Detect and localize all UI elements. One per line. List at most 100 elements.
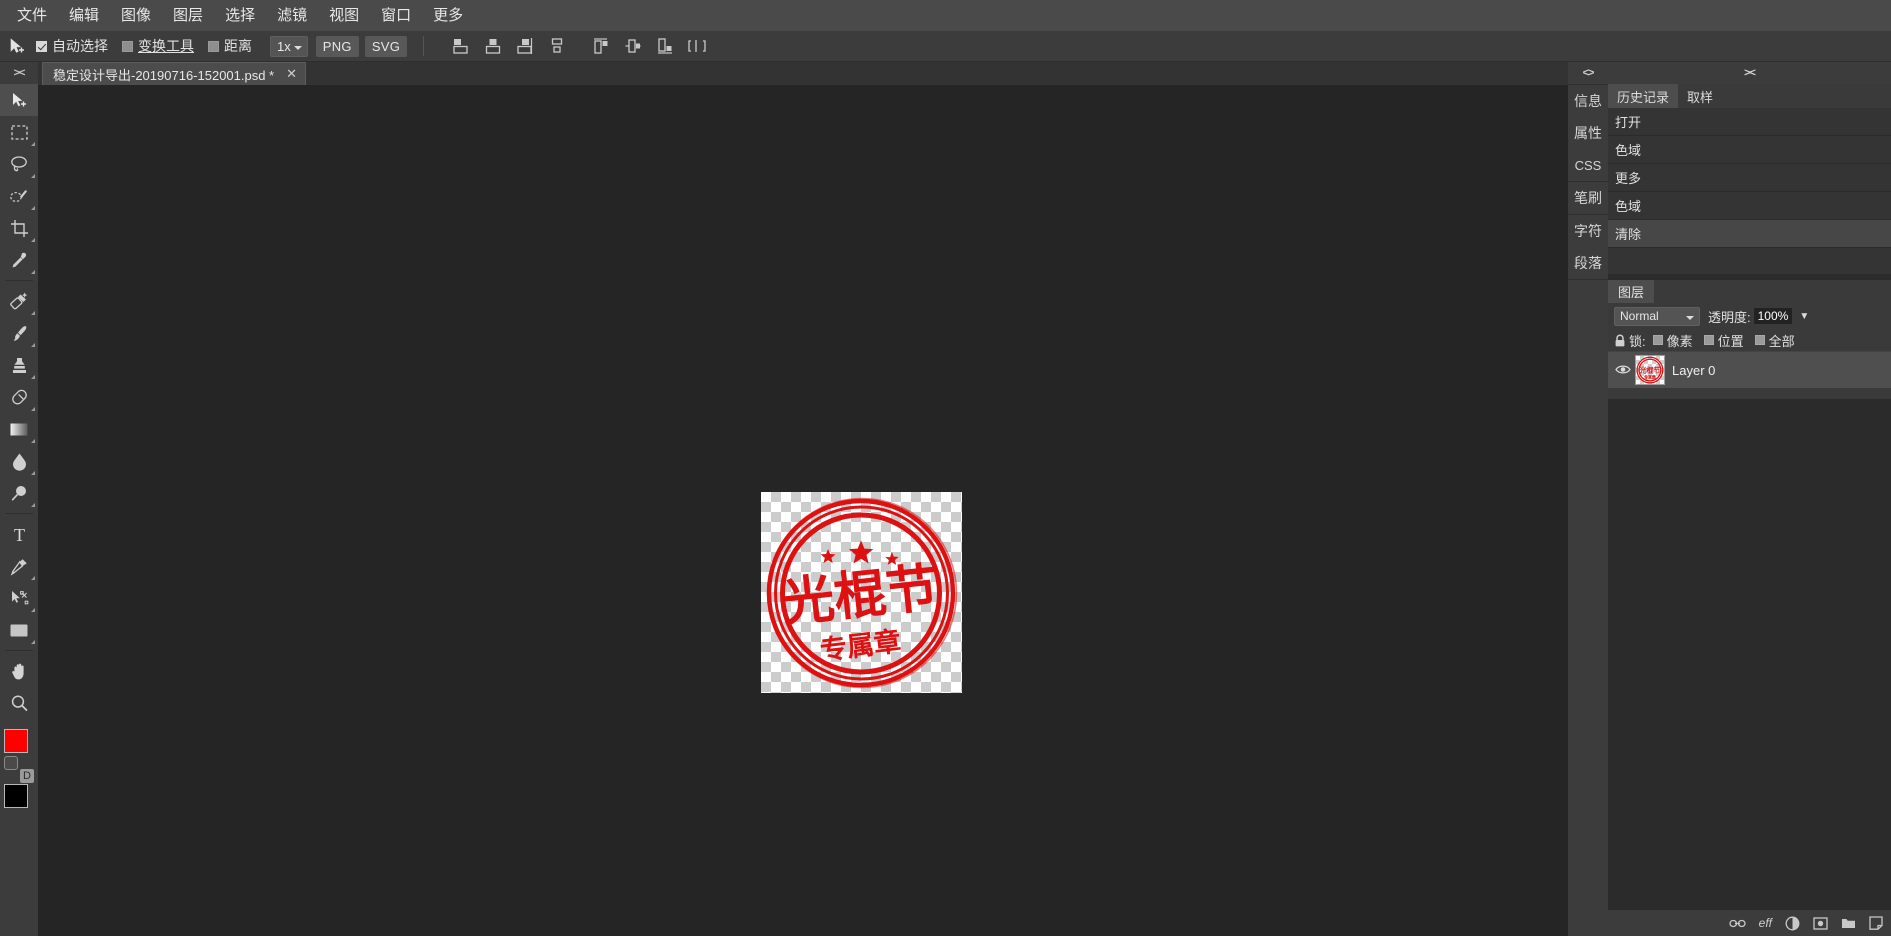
tool-more-indicator bbox=[31, 238, 35, 242]
history-item[interactable]: 更多 bbox=[1608, 164, 1891, 192]
pen-icon bbox=[10, 558, 27, 576]
link-layers-icon[interactable] bbox=[1729, 918, 1746, 929]
path-select-tool[interactable] bbox=[0, 582, 38, 614]
opacity-value[interactable]: 100% bbox=[1753, 308, 1793, 324]
canvas-stage[interactable]: 光棍节 专属章 bbox=[38, 85, 1568, 936]
rail-tab-properties[interactable]: 属性 bbox=[1568, 117, 1608, 149]
lock-position-checkbox[interactable]: 位置 bbox=[1703, 331, 1744, 350]
tab-history[interactable]: 历史记录 bbox=[1608, 84, 1679, 108]
history-item-selected[interactable]: 清除 bbox=[1608, 220, 1891, 248]
lock-all-checkbox[interactable]: 全部 bbox=[1754, 331, 1795, 350]
align-bottom-icon[interactable] bbox=[654, 35, 676, 57]
background-color-swatch[interactable] bbox=[4, 784, 28, 808]
clone-stamp-tool[interactable] bbox=[0, 349, 38, 381]
layer-row[interactable]: 光棍节 专属章 Layer 0 bbox=[1608, 351, 1891, 389]
eraser-tool[interactable] bbox=[0, 381, 38, 413]
layer-list-filler bbox=[1608, 389, 1891, 399]
spot-heal-tool[interactable] bbox=[0, 285, 38, 317]
menu-edit[interactable]: 编辑 bbox=[58, 0, 110, 31]
tab-samples[interactable]: 取样 bbox=[1678, 84, 1723, 108]
rail-group-4-empty bbox=[1568, 279, 1608, 319]
history-item[interactable]: 色域 bbox=[1608, 192, 1891, 220]
gradient-tool[interactable] bbox=[0, 413, 38, 445]
blur-tool[interactable] bbox=[0, 445, 38, 477]
distance-checkbox[interactable]: 距离 bbox=[208, 36, 252, 56]
lock-pixels-checkbox[interactable]: 像素 bbox=[1652, 331, 1693, 350]
transform-tool-checkbox[interactable]: 变换工具 bbox=[122, 36, 194, 56]
new-group-icon[interactable] bbox=[1841, 917, 1856, 930]
rail-tab-paragraph[interactable]: 段落 bbox=[1568, 247, 1608, 279]
align-top-icon[interactable] bbox=[590, 35, 612, 57]
export-svg-button[interactable]: SVG bbox=[364, 35, 408, 57]
layer-effects-icon[interactable]: eff bbox=[1759, 916, 1772, 930]
foreground-color-swatch[interactable] bbox=[4, 729, 28, 753]
history-item[interactable]: 色域 bbox=[1608, 136, 1891, 164]
dodge-tool[interactable] bbox=[0, 477, 38, 509]
history-item[interactable]: 打开 bbox=[1608, 108, 1891, 136]
panel-collapse-button[interactable]: >< bbox=[1608, 62, 1891, 84]
close-icon[interactable]: ✕ bbox=[286, 66, 297, 82]
photopea-app: 文件 编辑 图像 图层 选择 滤镜 视图 窗口 更多 自动选择 变换工具 距离 bbox=[0, 0, 1891, 936]
rail-tab-character[interactable]: 字符 bbox=[1568, 215, 1608, 247]
distribute-horizontal-icon[interactable] bbox=[686, 35, 708, 57]
adjustment-layer-icon[interactable] bbox=[1785, 916, 1800, 931]
rect-select-tool[interactable] bbox=[0, 116, 38, 148]
right-rail-collapse[interactable]: <> bbox=[1568, 62, 1608, 84]
align-center-horizontal-icon[interactable] bbox=[482, 35, 504, 57]
quick-select-tool[interactable] bbox=[0, 180, 38, 212]
history-panel-tabs: 历史记录 取样 bbox=[1608, 84, 1891, 108]
opacity-dropdown-icon[interactable]: ▼ bbox=[1799, 311, 1809, 322]
menu-file[interactable]: 文件 bbox=[6, 0, 58, 31]
auto-select-checkbox[interactable]: 自动选择 bbox=[36, 36, 108, 56]
lasso-tool[interactable] bbox=[0, 148, 38, 180]
lock-icon bbox=[1614, 334, 1626, 347]
rail-tab-brushes[interactable]: 笔刷 bbox=[1568, 182, 1608, 214]
menu-filter[interactable]: 滤镜 bbox=[266, 0, 318, 31]
tool-more-indicator bbox=[31, 640, 35, 644]
new-layer-icon[interactable] bbox=[1869, 916, 1883, 930]
blend-mode-select[interactable]: Normal bbox=[1614, 306, 1700, 326]
distribute-vertical-icon[interactable] bbox=[546, 35, 568, 57]
export-png-button[interactable]: PNG bbox=[315, 35, 359, 57]
rail-tab-info[interactable]: 信息 bbox=[1568, 85, 1608, 117]
move-cursor-icon[interactable] bbox=[4, 33, 30, 59]
default-colors-button[interactable]: D bbox=[20, 769, 34, 783]
history-list: 打开 色域 更多 色域 清除 bbox=[1608, 108, 1891, 274]
swap-colors-icon[interactable] bbox=[4, 756, 18, 770]
svg-text:T: T bbox=[14, 525, 25, 544]
clone-stamp-icon bbox=[12, 357, 26, 373]
zoom-tool[interactable] bbox=[0, 687, 38, 719]
align-right-icon[interactable] bbox=[514, 35, 536, 57]
menu-select[interactable]: 选择 bbox=[214, 0, 266, 31]
document-tab[interactable]: 稳定设计导出-20190716-152001.psd * ✕ bbox=[42, 62, 307, 85]
align-left-icon[interactable] bbox=[450, 35, 472, 57]
pen-tool[interactable] bbox=[0, 550, 38, 582]
document-canvas[interactable]: 光棍节 专属章 bbox=[761, 492, 962, 693]
menu-more[interactable]: 更多 bbox=[422, 0, 474, 31]
blend-mode-value: Normal bbox=[1620, 309, 1659, 323]
crop-tool[interactable] bbox=[0, 212, 38, 244]
menu-view[interactable]: 视图 bbox=[318, 0, 370, 31]
align-middle-vertical-icon[interactable] bbox=[622, 35, 644, 57]
shape-tool[interactable] bbox=[0, 614, 38, 646]
menu-image[interactable]: 图像 bbox=[110, 0, 162, 31]
tab-layers[interactable]: 图层 bbox=[1608, 280, 1655, 303]
menu-window[interactable]: 窗口 bbox=[370, 0, 422, 31]
zoom-level-select[interactable]: 1x bbox=[270, 35, 308, 57]
tool-more-indicator bbox=[31, 311, 35, 315]
stamp-stars bbox=[820, 540, 899, 565]
eye-icon[interactable] bbox=[1613, 363, 1633, 378]
options-divider-1 bbox=[423, 36, 425, 56]
move-tool[interactable] bbox=[0, 84, 38, 116]
eyedropper-tool[interactable] bbox=[0, 244, 38, 276]
brush-tool[interactable] bbox=[0, 317, 38, 349]
type-tool[interactable]: T bbox=[0, 518, 38, 550]
hand-tool[interactable] bbox=[0, 655, 38, 687]
rail-tab-css[interactable]: CSS bbox=[1568, 149, 1608, 181]
gradient-icon bbox=[10, 423, 28, 435]
dodge-icon bbox=[11, 485, 26, 501]
layer-mask-icon[interactable] bbox=[1813, 916, 1828, 930]
menu-layer[interactable]: 图层 bbox=[162, 0, 214, 31]
layer-name: Layer 0 bbox=[1672, 362, 1716, 378]
tool-palette-collapse[interactable]: >< bbox=[0, 62, 38, 84]
